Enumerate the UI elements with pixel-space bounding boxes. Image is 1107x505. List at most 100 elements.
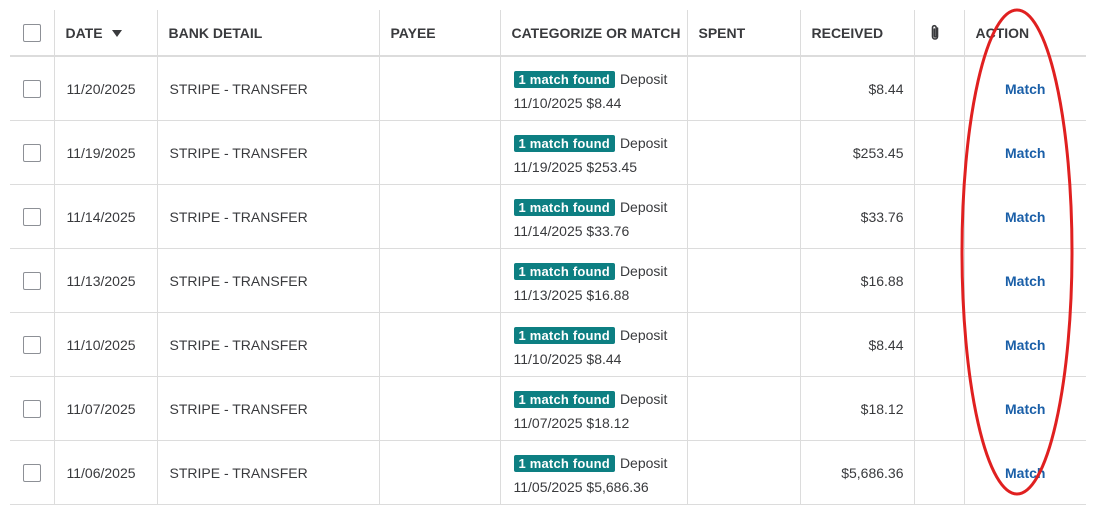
- match-detail: 11/13/2025 $16.88: [513, 287, 630, 303]
- payee-cell[interactable]: [378, 440, 500, 505]
- action-cell: Match: [963, 312, 1086, 377]
- row-checkbox[interactable]: [22, 207, 41, 226]
- match-type: Deposit: [619, 199, 668, 215]
- column-header-categorize[interactable]: CATEGORIZE OR MATCH: [499, 10, 687, 57]
- match-found-badge: 1 match found: [513, 327, 615, 344]
- payee-cell[interactable]: [378, 376, 500, 441]
- bank-detail-cell: STRIPE - TRANSFER: [156, 312, 379, 377]
- row-select-cell: [10, 440, 54, 505]
- action-cell: Match: [963, 440, 1086, 505]
- column-header-spent[interactable]: SPENT: [686, 10, 800, 57]
- spent-cell: [686, 56, 800, 121]
- column-header-date-label: DATE: [65, 24, 103, 41]
- spent-cell: [686, 376, 800, 441]
- received-cell: $8.44: [799, 56, 914, 121]
- date-cell: 11/10/2025: [53, 312, 157, 377]
- row-checkbox[interactable]: [22, 335, 41, 354]
- match-button[interactable]: Match: [1005, 145, 1045, 161]
- attachment-cell: [913, 248, 964, 313]
- payee-cell[interactable]: [378, 312, 500, 377]
- match-detail: 11/07/2025 $18.12: [513, 415, 630, 431]
- spent-cell: [686, 248, 800, 313]
- match-button[interactable]: Match: [1005, 337, 1045, 353]
- categorize-cell[interactable]: 1 match found Deposit 11/14/2025 $33.76: [499, 184, 687, 249]
- match-type: Deposit: [619, 327, 668, 343]
- payee-cell[interactable]: [378, 184, 500, 249]
- action-cell: Match: [963, 120, 1086, 185]
- row-select-cell: [10, 248, 54, 313]
- column-header-bank-detail[interactable]: BANK DETAIL: [156, 10, 379, 57]
- table-row[interactable]: 11/19/2025 STRIPE - TRANSFER 1 match found…: [10, 120, 1086, 185]
- received-cell: $8.44: [799, 312, 914, 377]
- categorize-cell[interactable]: 1 match found Deposit 11/07/2025 $18.12: [499, 376, 687, 441]
- categorize-cell[interactable]: 1 match found Deposit 11/13/2025 $16.88: [499, 248, 687, 313]
- select-all-cell: [10, 10, 54, 57]
- paperclip-icon: [931, 24, 938, 40]
- row-select-cell: [10, 312, 54, 377]
- match-type: Deposit: [619, 135, 668, 151]
- match-found-badge: 1 match found: [513, 391, 615, 408]
- match-button[interactable]: Match: [1005, 273, 1045, 289]
- attachment-cell: [913, 376, 964, 441]
- match-button[interactable]: Match: [1005, 81, 1045, 97]
- match-button[interactable]: Match: [1005, 401, 1045, 417]
- payee-cell[interactable]: [378, 248, 500, 313]
- categorize-cell[interactable]: 1 match found Deposit 11/05/2025 $5,686.36: [499, 440, 687, 505]
- row-checkbox[interactable]: [22, 399, 41, 418]
- received-cell: $5,686.36: [799, 440, 914, 505]
- action-cell: Match: [963, 248, 1086, 313]
- bank-transactions-table: DATE BANK DETAIL PAYEE CATEGORIZE OR MAT…: [10, 10, 1086, 505]
- date-cell: 11/14/2025: [53, 184, 157, 249]
- match-button[interactable]: Match: [1005, 465, 1045, 481]
- column-header-attachment: [913, 10, 964, 57]
- column-header-payee[interactable]: PAYEE: [378, 10, 500, 57]
- payee-cell[interactable]: [378, 120, 500, 185]
- match-found-badge: 1 match found: [513, 263, 615, 280]
- row-select-cell: [10, 56, 54, 121]
- bank-detail-cell: STRIPE - TRANSFER: [156, 184, 379, 249]
- date-cell: 11/19/2025: [53, 120, 157, 185]
- match-type: Deposit: [619, 263, 668, 279]
- bank-detail-cell: STRIPE - TRANSFER: [156, 120, 379, 185]
- table-row[interactable]: 11/14/2025 STRIPE - TRANSFER 1 match found…: [10, 184, 1086, 249]
- match-button[interactable]: Match: [1005, 209, 1045, 225]
- table-row[interactable]: 11/13/2025 STRIPE - TRANSFER 1 match found…: [10, 248, 1086, 313]
- column-header-date[interactable]: DATE: [53, 10, 157, 57]
- categorize-cell[interactable]: 1 match found Deposit 11/10/2025 $8.44: [499, 56, 687, 121]
- table-row[interactable]: 11/20/2025 STRIPE - TRANSFER 1 match found…: [10, 56, 1086, 121]
- categorize-cell[interactable]: 1 match found Deposit 11/10/2025 $8.44: [499, 312, 687, 377]
- action-cell: Match: [963, 56, 1086, 121]
- row-checkbox[interactable]: [22, 143, 41, 162]
- row-select-cell: [10, 120, 54, 185]
- row-checkbox[interactable]: [22, 271, 41, 290]
- row-checkbox[interactable]: [22, 463, 41, 482]
- action-cell: Match: [963, 184, 1086, 249]
- date-cell: 11/07/2025: [53, 376, 157, 441]
- spent-cell: [686, 120, 800, 185]
- row-checkbox[interactable]: [22, 79, 41, 98]
- match-detail: 11/19/2025 $253.45: [513, 159, 638, 175]
- table-row[interactable]: 11/06/2025 STRIPE - TRANSFER 1 match found…: [10, 440, 1086, 505]
- match-found-badge: 1 match found: [513, 71, 615, 88]
- bank-detail-cell: STRIPE - TRANSFER: [156, 56, 379, 121]
- received-cell: $16.88: [799, 248, 914, 313]
- match-type: Deposit: [619, 455, 668, 471]
- match-detail: 11/05/2025 $5,686.36: [513, 479, 649, 495]
- select-all-checkbox[interactable]: [22, 23, 41, 42]
- bank-detail-cell: STRIPE - TRANSFER: [156, 440, 379, 505]
- bank-detail-cell: STRIPE - TRANSFER: [156, 376, 379, 441]
- payee-cell[interactable]: [378, 56, 500, 121]
- table-row[interactable]: 11/10/2025 STRIPE - TRANSFER 1 match found…: [10, 312, 1086, 377]
- column-header-received[interactable]: RECEIVED: [799, 10, 914, 57]
- match-found-badge: 1 match found: [513, 455, 615, 472]
- row-select-cell: [10, 184, 54, 249]
- table-row[interactable]: 11/07/2025 STRIPE - TRANSFER 1 match found…: [10, 376, 1086, 441]
- match-found-badge: 1 match found: [513, 135, 615, 152]
- categorize-cell[interactable]: 1 match found Deposit 11/19/2025 $253.45: [499, 120, 687, 185]
- date-cell: 11/06/2025: [53, 440, 157, 505]
- date-cell: 11/20/2025: [53, 56, 157, 121]
- sort-desc-icon[interactable]: [111, 30, 122, 38]
- spent-cell: [686, 184, 800, 249]
- match-type: Deposit: [619, 391, 668, 407]
- received-cell: $253.45: [799, 120, 914, 185]
